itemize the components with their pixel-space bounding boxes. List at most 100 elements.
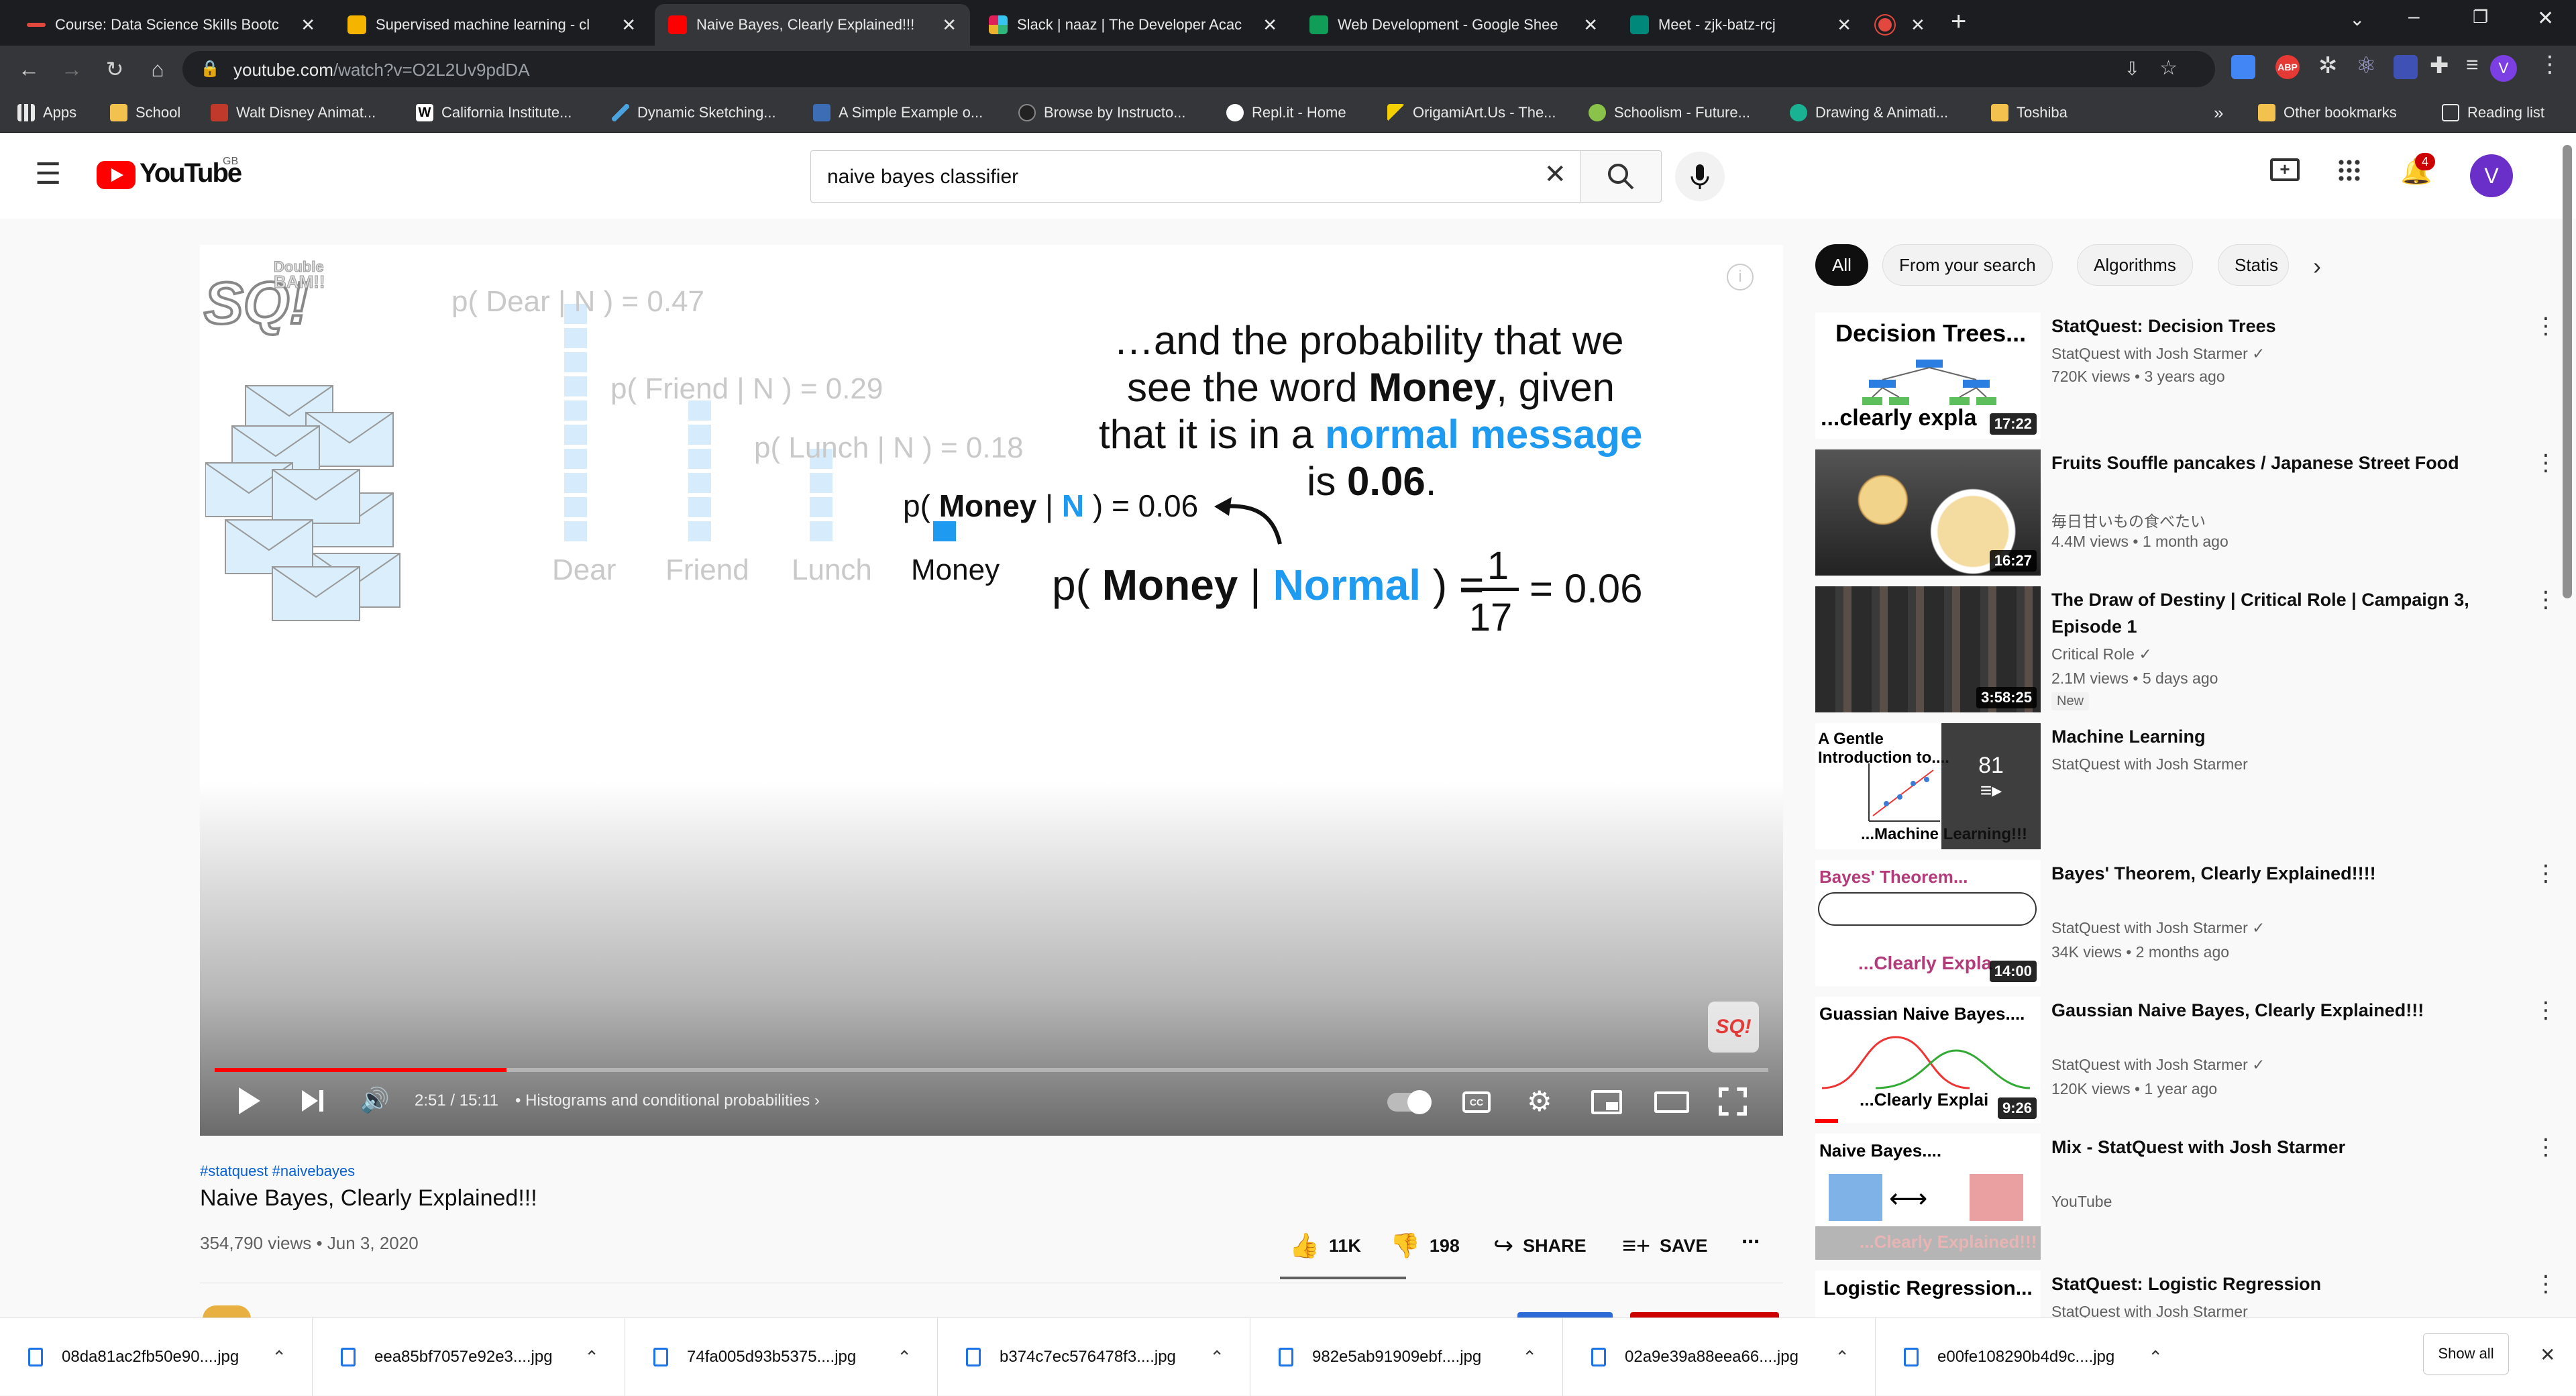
rec-item[interactable]: Bayes' Theorem... ...Clearly Expla 14:00… xyxy=(1815,860,2576,987)
minimize-icon[interactable]: – xyxy=(2408,5,2420,28)
rec-item[interactable]: Naive Bayes.... ⟷ ...Clearly Explained!!… xyxy=(1815,1134,2576,1261)
rec-title[interactable]: Fruits Souffle pancakes / Japanese Stree… xyxy=(2051,449,2521,476)
close-downloads-icon[interactable]: ✕ xyxy=(2540,1344,2555,1366)
bookmark-sketching[interactable]: Dynamic Sketching... xyxy=(612,102,776,123)
autoplay-toggle[interactable] xyxy=(1387,1090,1432,1114)
settings-extension-icon[interactable]: ✲ xyxy=(2318,52,2338,79)
video-thumbnail[interactable]: 3:58:25 xyxy=(1815,586,2041,712)
tab-recording[interactable]: ✕ xyxy=(1865,4,1929,46)
profile-avatar[interactable]: V xyxy=(2490,55,2517,82)
puzzle-icon[interactable]: ✚ xyxy=(2430,52,2449,79)
chevron-up-icon[interactable]: ⌃ xyxy=(272,1347,286,1368)
download-item[interactable]: eea85bf7057e92e3....jpg ⌃ xyxy=(313,1318,625,1396)
tab-course[interactable]: Course: Data Science Skills Bootc ✕ xyxy=(13,4,329,46)
bookmark-disney[interactable]: Walt Disney Animat... xyxy=(211,102,376,123)
rec-item[interactable]: A Gentle Introduction to.... ...Machine … xyxy=(1815,723,2576,851)
chevron-up-icon[interactable]: ⌃ xyxy=(1210,1347,1224,1368)
tab-naive-bayes[interactable]: Naive Bayes, Clearly Explained!!! ✕ xyxy=(655,4,970,46)
bookmark-toshiba[interactable]: Toshiba xyxy=(1991,102,2068,123)
bookmark-apps[interactable]: Apps xyxy=(17,102,76,123)
youtube-logo-icon[interactable] xyxy=(97,161,136,189)
search-button[interactable] xyxy=(1580,150,1662,203)
close-icon[interactable]: ✕ xyxy=(942,15,957,36)
more-actions-icon[interactable]: ⋯ xyxy=(1741,1232,1760,1252)
search-input[interactable]: naive bayes classifier ✕ xyxy=(810,150,1580,203)
video-thumbnail[interactable]: Guassian Naive Bayes.... ...Clearly Expl… xyxy=(1815,997,2041,1123)
bookmark-schoolism[interactable]: Schoolism - Future... xyxy=(1589,102,1750,123)
video-hashtags[interactable]: #statquest #naivebayes xyxy=(200,1163,355,1180)
tab-sheets[interactable]: Web Development - Google Shee ✕ xyxy=(1296,4,1611,46)
share-button[interactable]: ↪ SHARE xyxy=(1493,1232,1587,1260)
close-icon[interactable]: ✕ xyxy=(301,15,315,36)
back-icon[interactable]: ← xyxy=(13,54,44,85)
page-extension-icon[interactable] xyxy=(2394,55,2418,79)
channel-avatar[interactable] xyxy=(203,1305,251,1319)
rec-item[interactable]: 16:27 Fruits Souffle pancakes / Japanese… xyxy=(1815,449,2576,577)
clear-search-icon[interactable]: ✕ xyxy=(1544,159,1566,190)
chevron-up-icon[interactable]: ⌃ xyxy=(2148,1347,2163,1368)
rec-item[interactable]: Guassian Naive Bayes.... ...Clearly Expl… xyxy=(1815,997,2576,1124)
bookmark-school[interactable]: School xyxy=(110,102,180,123)
more-vert-icon[interactable]: ⋮ xyxy=(2534,1134,2557,1161)
video-thumbnail[interactable]: Naive Bayes.... ⟷ ...Clearly Explained!!… xyxy=(1815,1134,2041,1260)
tab-supervised-learning[interactable]: Supervised machine learning - cl ✕ xyxy=(334,4,649,46)
more-vert-icon[interactable]: ⋮ xyxy=(2534,449,2557,476)
address-bar[interactable]: 🔒 youtube.com/watch?v=O2L2Uv9pdDA ⇩ ☆ xyxy=(182,51,2215,87)
captions-icon[interactable]: CC xyxy=(1462,1091,1491,1113)
tab-search-icon[interactable]: ⌄ xyxy=(2349,8,2365,30)
like-button[interactable]: 👍 11K xyxy=(1289,1232,1361,1260)
reload-icon[interactable]: ↻ xyxy=(99,54,130,85)
window-close-icon[interactable]: ✕ xyxy=(2537,7,2554,30)
voice-search-button[interactable] xyxy=(1675,152,1725,201)
more-bookmarks-icon[interactable]: » xyxy=(2214,102,2223,123)
chip-from-your-search[interactable]: From your search xyxy=(1882,244,2053,286)
react-extension-icon[interactable]: ⚛ xyxy=(2356,52,2376,79)
download-item[interactable]: e00fe108290b4d9c....jpg ⌃ xyxy=(1876,1318,2188,1396)
bookmark-caltech[interactable]: W California Institute... xyxy=(416,102,572,123)
home-icon[interactable]: ⌂ xyxy=(142,54,173,85)
video-thumbnail[interactable]: Logistic Regression... xyxy=(1815,1271,2041,1318)
progress-bar[interactable] xyxy=(215,1068,1768,1072)
more-vert-icon[interactable]: ⋮ xyxy=(2534,1271,2557,1297)
more-vert-icon[interactable]: ⋮ xyxy=(2534,860,2557,887)
chip-statistics[interactable]: Statis xyxy=(2218,244,2289,286)
tab-meet[interactable]: Meet - zjk-batz-rcj ✕ xyxy=(1617,4,1865,46)
bookmark-reading-list[interactable]: Reading list xyxy=(2442,102,2544,123)
create-video-icon[interactable]: + xyxy=(2270,158,2300,181)
video-thumbnail[interactable]: Decision Trees... ...clearly expla 17:22 xyxy=(1815,313,2041,439)
download-item[interactable]: 02a9e39a88eea66....jpg ⌃ xyxy=(1563,1318,1876,1396)
forward-icon[interactable]: → xyxy=(56,54,87,85)
bookmark-other[interactable]: Other bookmarks xyxy=(2258,102,2397,123)
close-icon[interactable]: ✕ xyxy=(1837,15,1851,36)
chevron-up-icon[interactable]: ⌃ xyxy=(584,1347,599,1368)
rec-title[interactable]: The Draw of Destiny | Critical Role | Ca… xyxy=(2051,586,2521,640)
page-scrollbar[interactable] xyxy=(2563,145,2572,598)
close-icon[interactable]: ✕ xyxy=(1911,15,1925,36)
download-item[interactable]: 74fa005d93b5375....jpg ⌃ xyxy=(625,1318,938,1396)
rec-title[interactable]: StatQuest: Logistic Regression xyxy=(2051,1271,2521,1297)
rec-item[interactable]: 3:58:25 The Draw of Destiny | Critical R… xyxy=(1815,586,2576,714)
tab-slack[interactable]: Slack | naaz | The Developer Acac ✕ xyxy=(975,4,1291,46)
bookmark-star-icon[interactable]: ☆ xyxy=(2159,56,2178,80)
volume-icon[interactable]: 🔊 xyxy=(360,1086,390,1114)
save-button[interactable]: ≡+ SAVE xyxy=(1622,1232,1708,1260)
show-all-downloads-button[interactable]: Show all xyxy=(2423,1333,2509,1375)
video-thumbnail[interactable]: A Gentle Introduction to.... ...Machine … xyxy=(1815,723,2041,849)
rec-title[interactable]: Machine Learning xyxy=(2051,723,2521,750)
close-icon[interactable]: ✕ xyxy=(621,15,636,36)
adblock-icon[interactable]: ABP xyxy=(2275,55,2300,79)
bookmark-drawing[interactable]: Drawing & Animati... xyxy=(1790,102,1948,123)
rec-title[interactable]: StatQuest: Decision Trees xyxy=(2051,313,2521,339)
close-icon[interactable]: ✕ xyxy=(1583,15,1598,36)
chip-all[interactable]: All xyxy=(1815,244,1868,286)
chevron-up-icon[interactable]: ⌃ xyxy=(1835,1347,1849,1368)
bookmark-simple-example[interactable]: A Simple Example o... xyxy=(813,102,983,123)
video-thumbnail[interactable]: 16:27 xyxy=(1815,449,2041,576)
miniplayer-icon[interactable] xyxy=(1591,1090,1622,1114)
chevron-right-icon[interactable]: › xyxy=(2313,252,2321,280)
close-icon[interactable]: ✕ xyxy=(1263,15,1277,36)
rec-item[interactable]: Decision Trees... ...clearly expla 17:22… xyxy=(1815,313,2576,440)
next-icon[interactable] xyxy=(302,1090,318,1112)
bookmark-replit[interactable]: Repl.it - Home xyxy=(1226,102,1346,123)
more-vert-icon[interactable]: ⋮ xyxy=(2534,997,2557,1024)
